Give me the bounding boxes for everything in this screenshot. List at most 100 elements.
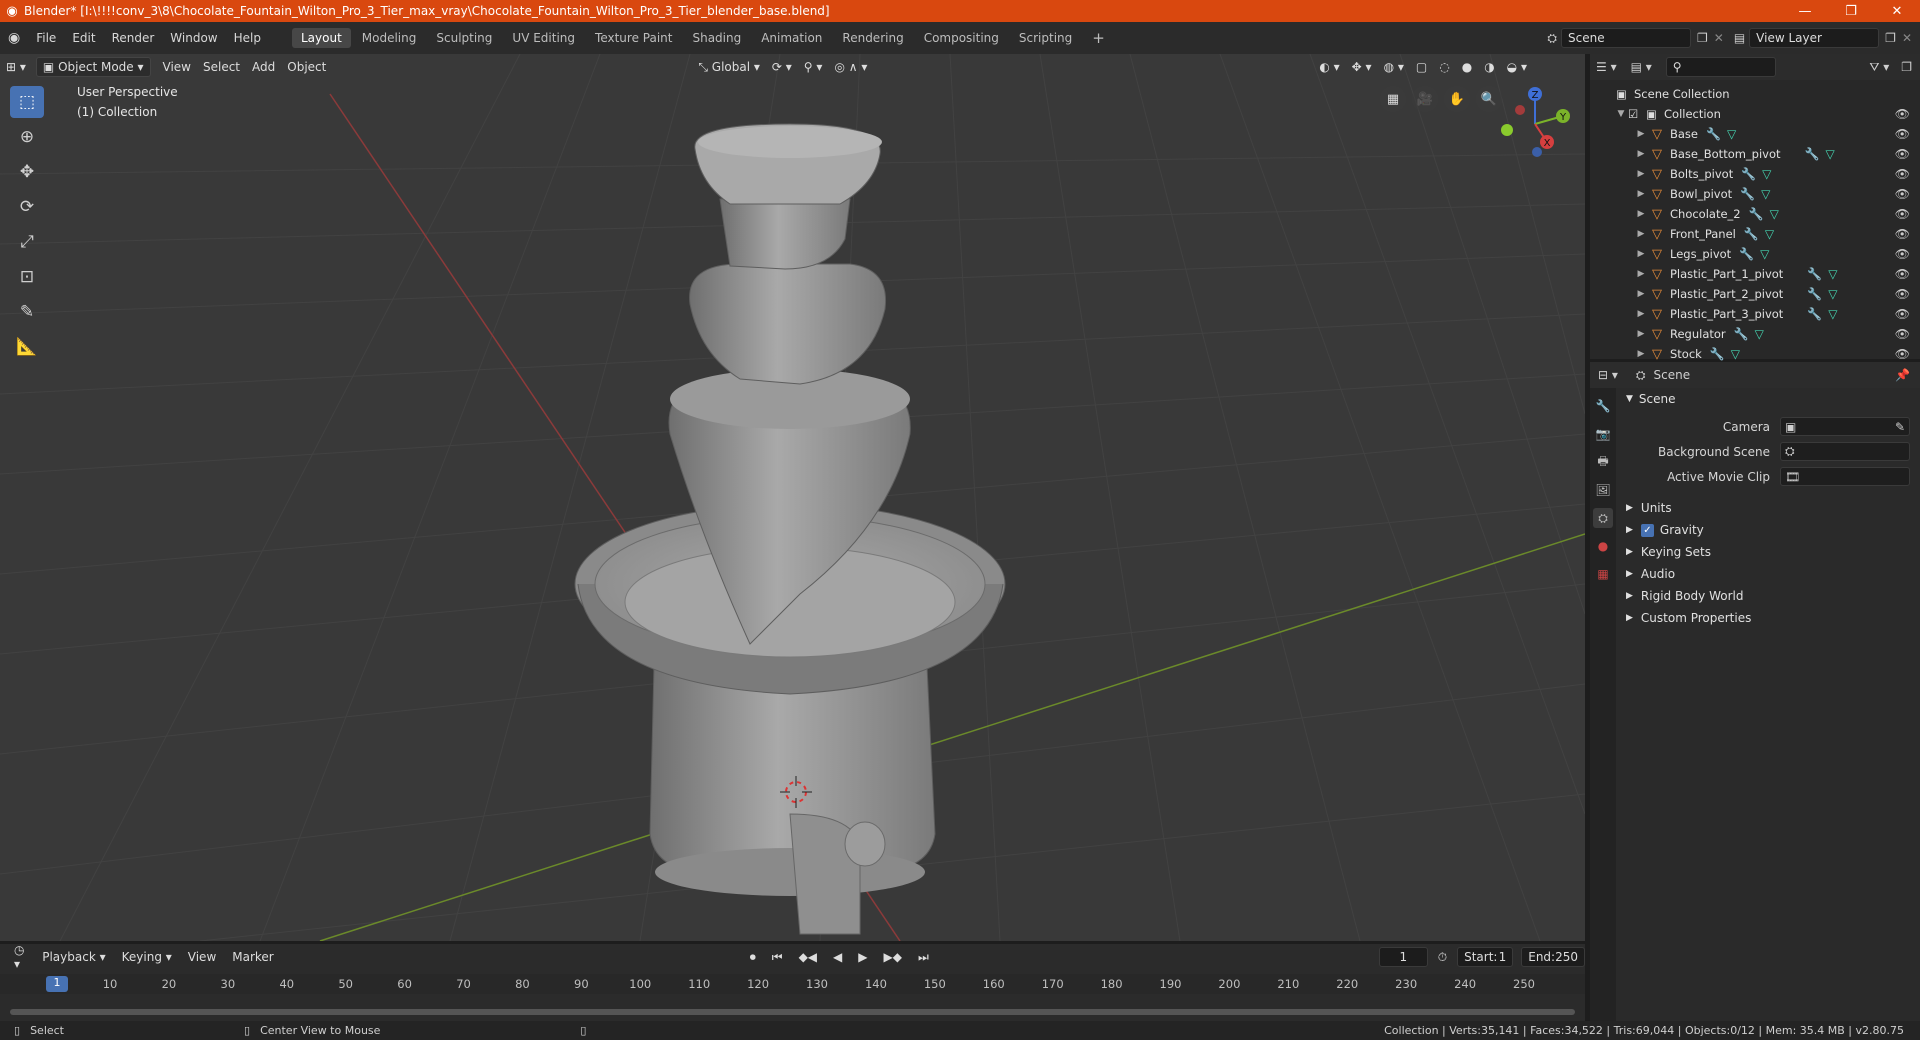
expand-arrow-icon[interactable]: ▶: [1634, 349, 1648, 359]
menu-keying[interactable]: Keying ▾: [116, 947, 178, 967]
mode-selector[interactable]: ▣ Object Mode ▾: [35, 57, 151, 77]
modifier-wrench-icon[interactable]: 🔧: [1749, 207, 1764, 221]
outliner-editor-icon[interactable]: ☰ ▾: [1596, 60, 1617, 74]
shading-material-icon[interactable]: ◑: [1478, 57, 1500, 77]
eye-icon[interactable]: 👁: [1895, 327, 1910, 341]
measure-tool-icon[interactable]: 📐: [10, 331, 44, 363]
menu-file[interactable]: File: [28, 31, 64, 45]
pan-hand-icon[interactable]: ✋: [1444, 86, 1470, 112]
menu-object[interactable]: Object: [281, 57, 332, 77]
menu-timeline-view[interactable]: View: [182, 947, 222, 967]
new-collection-icon[interactable]: ❐: [1901, 60, 1912, 74]
eye-icon[interactable]: 👁: [1895, 347, 1910, 361]
cursor-tool-icon[interactable]: ⊕: [10, 121, 44, 153]
tab-layout[interactable]: Layout: [291, 28, 351, 48]
visibility-icon[interactable]: ◐ ▾: [1313, 57, 1345, 77]
outliner-item[interactable]: ▶ ▽ Plastic_Part_2_pivot 🔧 ▽ 👁: [1590, 284, 1920, 304]
tab-uv-editing[interactable]: UV Editing: [503, 28, 584, 48]
mesh-data-icon[interactable]: ▽: [1770, 207, 1779, 221]
annotate-tool-icon[interactable]: ✎: [10, 296, 44, 328]
scene-icon[interactable]: ⛭: [1547, 31, 1557, 46]
pivot-icon[interactable]: ⟳ ▾: [766, 57, 798, 77]
menu-window[interactable]: Window: [162, 31, 225, 45]
expand-arrow-icon[interactable]: ▶: [1634, 229, 1648, 239]
editor-type-icon[interactable]: ⊞ ▾: [0, 57, 32, 77]
tab-compositing[interactable]: Compositing: [915, 28, 1008, 48]
start-frame-field[interactable]: Start: 1: [1457, 947, 1514, 967]
mesh-data-icon[interactable]: ▽: [1727, 127, 1736, 141]
expand-arrow-icon[interactable]: ▶: [1634, 169, 1648, 179]
scene-collection-row[interactable]: ▣ Scene Collection: [1590, 84, 1920, 104]
outliner-item[interactable]: ▶ ▽ Front_Panel 🔧 ▽ 👁: [1590, 224, 1920, 244]
outliner-search-input[interactable]: ⚲: [1665, 57, 1776, 77]
outliner-item[interactable]: ▶ ▽ Legs_pivot 🔧 ▽ 👁: [1590, 244, 1920, 264]
modifier-wrench-icon[interactable]: 🔧: [1740, 187, 1755, 201]
view-layer-selector[interactable]: View Layer: [1749, 28, 1880, 48]
record-icon[interactable]: ⏺: [744, 947, 762, 967]
new-view-layer-icon[interactable]: ❐: [1885, 31, 1896, 45]
mesh-data-icon[interactable]: ▽: [1761, 187, 1770, 201]
modifier-wrench-icon[interactable]: 🔧: [1739, 247, 1754, 261]
modifier-wrench-icon[interactable]: 🔧: [1805, 147, 1820, 161]
navigation-gizmo[interactable]: Z Y X: [1495, 84, 1575, 164]
expand-arrow-icon[interactable]: ▶: [1634, 289, 1648, 299]
tab-sculpting[interactable]: Sculpting: [427, 28, 501, 48]
eye-icon[interactable]: 👁: [1895, 107, 1910, 121]
eyedropper-icon[interactable]: ✎: [1895, 420, 1905, 434]
3d-viewport[interactable]: ⊞ ▾ ▣ Object Mode ▾ View Select Add Obje…: [0, 54, 1585, 941]
tab-rendering[interactable]: Rendering: [833, 28, 912, 48]
rotate-tool-icon[interactable]: ⟳: [10, 191, 44, 223]
outliner-item[interactable]: ▶ ▽ Plastic_Part_3_pivot 🔧 ▽ 👁: [1590, 304, 1920, 324]
modifier-wrench-icon[interactable]: 🔧: [1744, 227, 1759, 241]
mesh-data-icon[interactable]: ▽: [1825, 147, 1834, 161]
menu-playback[interactable]: Playback ▾: [36, 947, 111, 967]
delete-view-layer-icon[interactable]: ✕: [1902, 31, 1912, 45]
view-layer-icon[interactable]: ▤: [1734, 31, 1745, 45]
tab-shading[interactable]: Shading: [683, 28, 750, 48]
checkbox-icon[interactable]: ☑: [1628, 107, 1646, 121]
scene-section-header[interactable]: ▼ Scene: [1620, 388, 1920, 410]
mesh-data-icon[interactable]: ▽: [1765, 227, 1774, 241]
properties-editor-icon[interactable]: ⊟ ▾: [1598, 368, 1618, 382]
eye-icon[interactable]: 👁: [1895, 307, 1910, 321]
modifier-wrench-icon[interactable]: 🔧: [1807, 287, 1822, 301]
world-tab-icon[interactable]: ●: [1593, 536, 1613, 556]
collection-row[interactable]: ▼ ☑ ▣ Collection 👁: [1590, 104, 1920, 124]
move-tool-icon[interactable]: ✥: [10, 156, 44, 188]
menu-marker[interactable]: Marker: [226, 947, 279, 967]
scene-tab-icon[interactable]: ⛭: [1593, 508, 1613, 528]
expand-arrow-icon[interactable]: ▶: [1634, 149, 1648, 159]
texture-tab-icon[interactable]: ▦: [1593, 564, 1613, 584]
eye-icon[interactable]: 👁: [1895, 227, 1910, 241]
xray-icon[interactable]: ▢: [1410, 57, 1433, 77]
gravity-checkbox[interactable]: ✓: [1640, 523, 1654, 537]
active-movie-clip-field[interactable]: 🎞: [1780, 467, 1910, 486]
eye-icon[interactable]: 👁: [1895, 207, 1910, 221]
outliner-item[interactable]: ▶ ▽ Plastic_Part_1_pivot 🔧 ▽ 👁: [1590, 264, 1920, 284]
end-frame-field[interactable]: End: 250: [1521, 947, 1585, 967]
expand-arrow-icon[interactable]: ▼: [1614, 109, 1628, 119]
eye-icon[interactable]: 👁: [1895, 127, 1910, 141]
view-layer-tab-icon[interactable]: 🖼: [1593, 480, 1613, 500]
outliner-item[interactable]: ▶ ▽ Bowl_pivot 🔧 ▽ 👁: [1590, 184, 1920, 204]
timeline-editor-icon[interactable]: ◷ ▾: [8, 943, 32, 971]
next-keyframe-icon[interactable]: ▶◆: [878, 947, 908, 967]
modifier-wrench-icon[interactable]: 🔧: [1710, 347, 1725, 361]
outliner-item[interactable]: ▶ ▽ Regulator 🔧 ▽ 👁: [1590, 324, 1920, 344]
current-frame-indicator[interactable]: 1: [46, 976, 68, 992]
expand-arrow-icon[interactable]: ▶: [1634, 129, 1648, 139]
eye-icon[interactable]: 👁: [1895, 267, 1910, 281]
outliner-item[interactable]: ▶ ▽ Chocolate_2 🔧 ▽ 👁: [1590, 204, 1920, 224]
stopwatch-icon[interactable]: ⏱: [1432, 947, 1453, 967]
tab-texture-paint[interactable]: Texture Paint: [586, 28, 681, 48]
transform-tool-icon[interactable]: ⊡: [10, 261, 44, 293]
jump-end-icon[interactable]: ⏭: [912, 947, 935, 967]
tab-modeling[interactable]: Modeling: [353, 28, 426, 48]
panel-units[interactable]: ▶ Units: [1620, 497, 1920, 519]
expand-arrow-icon[interactable]: ▶: [1634, 189, 1648, 199]
add-workspace-button[interactable]: +: [1083, 26, 1114, 50]
minimize-icon[interactable]: —: [1782, 4, 1828, 19]
restore-icon[interactable]: ❐: [1828, 4, 1874, 19]
tab-scripting[interactable]: Scripting: [1010, 28, 1081, 48]
camera-view-icon[interactable]: 🎥: [1412, 86, 1438, 112]
